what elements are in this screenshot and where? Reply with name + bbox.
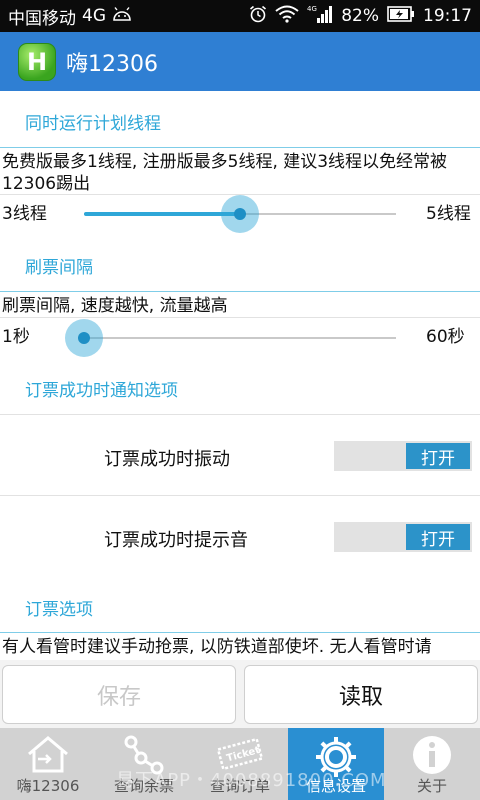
alarm-icon bbox=[249, 5, 267, 28]
app-bar: H 嗨12306 bbox=[0, 32, 480, 91]
interval-current-value: 1秒 bbox=[2, 327, 30, 347]
nav-label-query-tickets: 查询余票 bbox=[113, 777, 174, 795]
status-bar: 中国移动 4G 4G 82% 19:17 bbox=[0, 0, 480, 32]
section-header-interval: 刷票间隔 bbox=[25, 258, 93, 278]
ticket-icon-text: Ticket bbox=[225, 745, 261, 765]
battery-icon bbox=[387, 5, 415, 27]
slider-thumb-dot[interactable] bbox=[234, 208, 246, 220]
battery-percent: 82% bbox=[341, 6, 379, 26]
threads-current-value: 3线程 bbox=[2, 204, 47, 224]
slider-fill bbox=[84, 212, 240, 216]
nav-item-home[interactable]: 嗨12306 bbox=[0, 728, 96, 800]
section-header-threads: 同时运行计划线程 bbox=[25, 114, 161, 134]
vibrate-toggle-state[interactable]: 打开 bbox=[406, 443, 470, 469]
nav-item-query-tickets[interactable]: 查询余票 bbox=[96, 728, 192, 800]
divider bbox=[0, 291, 480, 292]
clock-time: 19:17 bbox=[423, 6, 472, 26]
settings-content: 同时运行计划线程 免费版最多1线程, 注册版最多5线程, 建议3线程以免经常被1… bbox=[0, 91, 480, 660]
bottom-nav: 嗨12306 查询余票 Ticket 查询订单 信息设置 关于 bbox=[0, 728, 480, 800]
booking-description: 有人看管时建议手动抢票, 以防铁道部使坏. 无人看管时请 bbox=[2, 637, 432, 657]
app-logo-icon[interactable]: H bbox=[18, 42, 56, 81]
divider bbox=[0, 495, 480, 496]
home-icon bbox=[25, 734, 71, 778]
threads-max-value: 5线程 bbox=[426, 204, 471, 224]
threads-description: 免费版最多1线程, 注册版最多5线程, 建议3线程以免经常被12306踢出 bbox=[2, 152, 448, 194]
ticket-icon: Ticket bbox=[214, 734, 266, 778]
divider bbox=[0, 632, 480, 633]
slider-thumb-dot[interactable] bbox=[78, 332, 90, 344]
interval-max-value: 60秒 bbox=[426, 327, 465, 347]
nav-item-query-orders[interactable]: Ticket 查询订单 bbox=[192, 728, 288, 800]
carrier-name: 中国移动 bbox=[8, 8, 76, 29]
section-header-notify: 订票成功时通知选项 bbox=[25, 381, 178, 401]
divider bbox=[0, 147, 480, 148]
interval-description: 刷票间隔, 速度越快, 流量越高 bbox=[2, 296, 228, 316]
action-buttons: 保存 读取 bbox=[0, 660, 480, 728]
svg-text:4G: 4G bbox=[307, 5, 317, 13]
section-header-booking: 订票选项 bbox=[25, 600, 93, 620]
sound-toggle[interactable]: 打开 bbox=[334, 522, 472, 552]
slider-track[interactable] bbox=[84, 337, 396, 339]
nav-item-about[interactable]: 关于 bbox=[384, 728, 480, 800]
nav-label-home: 嗨12306 bbox=[16, 777, 80, 795]
sound-label: 订票成功时提示音 bbox=[104, 530, 248, 551]
nav-item-settings[interactable]: 信息设置 bbox=[288, 728, 384, 800]
read-button[interactable]: 读取 bbox=[244, 665, 478, 724]
android-icon bbox=[112, 6, 132, 26]
sound-toggle-state[interactable]: 打开 bbox=[406, 524, 470, 550]
signal-4g-icon: 4G bbox=[307, 4, 333, 29]
info-icon bbox=[411, 734, 453, 780]
nav-label-settings: 信息设置 bbox=[305, 777, 366, 795]
divider bbox=[0, 317, 480, 318]
app-title: 嗨12306 bbox=[66, 51, 158, 77]
vibrate-toggle[interactable]: 打开 bbox=[334, 441, 472, 471]
nav-label-query-orders: 查询订单 bbox=[209, 777, 270, 795]
network-type: 4G bbox=[82, 6, 106, 26]
nav-label-about: 关于 bbox=[416, 777, 447, 795]
wifi-icon bbox=[275, 5, 299, 28]
divider bbox=[0, 414, 480, 415]
vibrate-label: 订票成功时振动 bbox=[104, 449, 230, 470]
save-button[interactable]: 保存 bbox=[2, 665, 236, 724]
